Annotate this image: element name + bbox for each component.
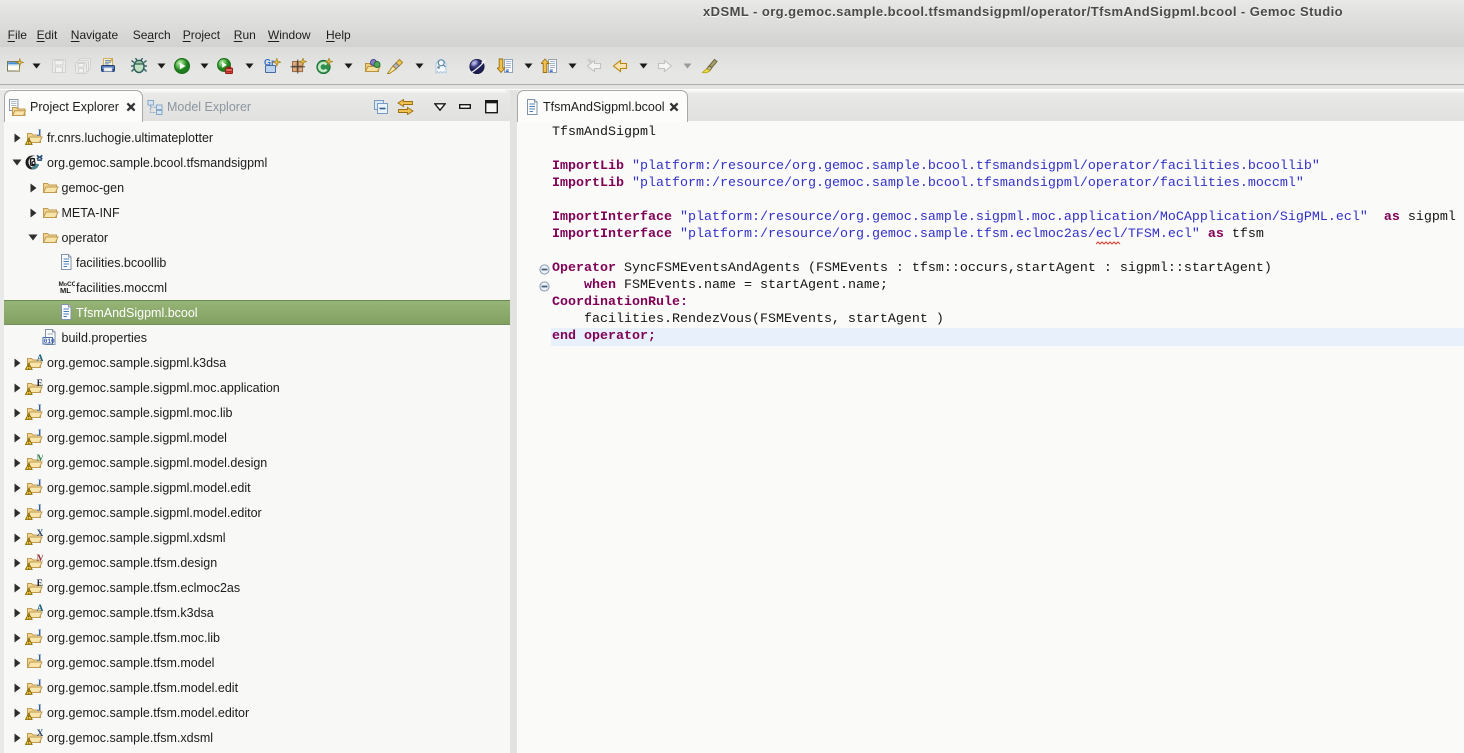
- svg-text:A: A: [37, 604, 43, 614]
- svg-text:J: J: [37, 504, 42, 514]
- svg-text:J: J: [37, 704, 42, 714]
- svg-text:E: E: [37, 579, 43, 589]
- svg-text:E: E: [37, 379, 43, 389]
- svg-text:J: J: [37, 479, 42, 489]
- svg-text:J: J: [37, 629, 42, 639]
- svg-text:X: X: [37, 729, 43, 739]
- svg-text:X: X: [37, 529, 43, 539]
- svg-text:J: J: [37, 429, 42, 439]
- svg-text:J: J: [37, 679, 42, 689]
- svg-text:010: 010: [44, 338, 55, 345]
- svg-text:M: M: [37, 554, 43, 564]
- svg-text:J: J: [37, 129, 42, 139]
- svg-text:M: M: [37, 454, 43, 464]
- svg-text:J: J: [37, 654, 42, 664]
- svg-text:J: J: [37, 404, 42, 414]
- svg-text:ML: ML: [60, 286, 71, 295]
- svg-text:A: A: [37, 354, 43, 364]
